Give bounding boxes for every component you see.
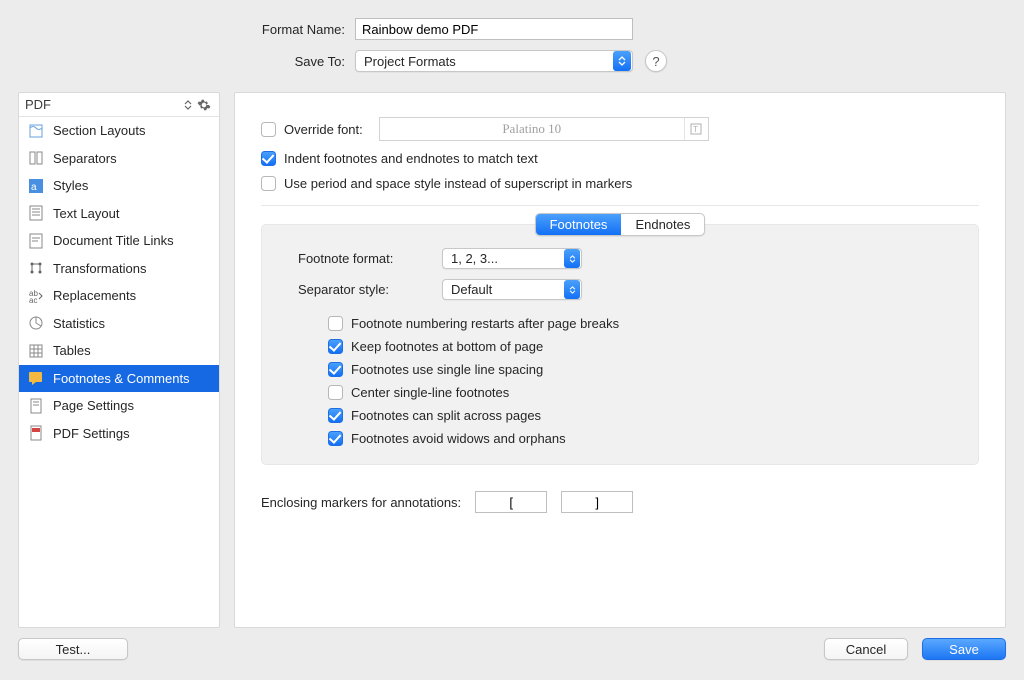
sidebar-item-label: Page Settings: [53, 398, 134, 413]
sidebar-item-pdf-settings[interactable]: PDF Settings: [19, 420, 219, 448]
help-button[interactable]: ?: [645, 50, 667, 72]
save-button[interactable]: Save: [922, 638, 1006, 660]
override-font-field[interactable]: Palatino 10 T: [379, 117, 709, 141]
period-space-checkbox[interactable]: [261, 176, 276, 191]
save-to-dropdown[interactable]: Project Formats: [355, 50, 633, 72]
footnotes-icon: [27, 369, 45, 387]
sidebar-item-label: PDF Settings: [53, 426, 130, 441]
sidebar-item-label: Document Title Links: [53, 233, 174, 248]
save-to-label: Save To:: [0, 54, 355, 69]
sidebar-item-statistics[interactable]: Statistics: [19, 310, 219, 338]
cancel-button[interactable]: Cancel: [824, 638, 908, 660]
override-font-checkbox[interactable]: [261, 122, 276, 137]
page-settings-icon: [27, 397, 45, 415]
separators-icon: [27, 149, 45, 167]
header-form: Format Name: Save To: Project Formats ?: [0, 0, 1024, 92]
replacements-icon: abac: [27, 287, 45, 305]
sidebar-item-label: Transformations: [53, 261, 146, 276]
sidebar: PDF Section Layouts Separators a Styles …: [18, 92, 220, 628]
annotation-close-input[interactable]: [561, 491, 633, 513]
indent-footnotes-label: Indent footnotes and endnotes to match t…: [284, 151, 538, 166]
chevron-updown-icon: [564, 249, 580, 268]
footnote-format-label: Footnote format:: [298, 251, 430, 266]
tab-endnotes[interactable]: Endnotes: [621, 214, 704, 235]
split-pages-checkbox[interactable]: [328, 408, 343, 423]
sidebar-item-separators[interactable]: Separators: [19, 145, 219, 173]
sidebar-item-tables[interactable]: Tables: [19, 337, 219, 365]
avoid-widows-checkbox[interactable]: [328, 431, 343, 446]
annotations-label: Enclosing markers for annotations:: [261, 495, 461, 510]
format-name-label: Format Name:: [0, 22, 355, 37]
period-space-label: Use period and space style instead of su…: [284, 176, 632, 191]
sidebar-item-label: Section Layouts: [53, 123, 146, 138]
separator-style-label: Separator style:: [298, 282, 430, 297]
single-spacing-checkbox[interactable]: [328, 362, 343, 377]
svg-text:a: a: [31, 182, 37, 193]
svg-text:ac: ac: [29, 296, 37, 304]
sidebar-item-section-layouts[interactable]: Section Layouts: [19, 117, 219, 145]
gear-icon[interactable]: [195, 98, 213, 112]
footnote-format-dropdown[interactable]: 1, 2, 3...: [442, 248, 582, 269]
footnotes-subpanel: Footnotes Endnotes Footnote format: 1, 2…: [261, 224, 979, 465]
keep-bottom-label: Keep footnotes at bottom of page: [351, 339, 543, 354]
divider: [261, 205, 979, 206]
footnote-format-value: 1, 2, 3...: [443, 251, 564, 266]
annotation-open-input[interactable]: [475, 491, 547, 513]
document-links-icon: [27, 232, 45, 250]
sidebar-item-label: Styles: [53, 178, 88, 193]
center-single-label: Center single-line footnotes: [351, 385, 509, 400]
separator-style-dropdown[interactable]: Default: [442, 279, 582, 300]
font-picker-icon[interactable]: T: [684, 118, 708, 140]
avoid-widows-label: Footnotes avoid widows and orphans: [351, 431, 566, 446]
sidebar-title[interactable]: PDF: [25, 97, 181, 112]
sidebar-item-replacements[interactable]: abac Replacements: [19, 282, 219, 310]
footnotes-endnotes-segment[interactable]: Footnotes Endnotes: [535, 213, 706, 236]
sidebar-item-label: Replacements: [53, 288, 136, 303]
sidebar-item-styles[interactable]: a Styles: [19, 172, 219, 200]
save-to-value: Project Formats: [356, 54, 613, 69]
chevron-updown-icon[interactable]: [181, 100, 195, 110]
test-button[interactable]: Test...: [18, 638, 128, 660]
text-layout-icon: [27, 204, 45, 222]
center-single-checkbox[interactable]: [328, 385, 343, 400]
tables-icon: [27, 342, 45, 360]
section-layouts-icon: [27, 122, 45, 140]
restart-numbering-label: Footnote numbering restarts after page b…: [351, 316, 619, 331]
pdf-settings-icon: [27, 424, 45, 442]
split-pages-label: Footnotes can split across pages: [351, 408, 541, 423]
footer: Test... Cancel Save: [0, 638, 1024, 660]
indent-footnotes-checkbox[interactable]: [261, 151, 276, 166]
styles-icon: a: [27, 177, 45, 195]
sidebar-item-page-settings[interactable]: Page Settings: [19, 392, 219, 420]
transformations-icon: [27, 259, 45, 277]
tab-footnotes[interactable]: Footnotes: [536, 214, 622, 235]
sidebar-item-transformations[interactable]: Transformations: [19, 255, 219, 283]
chevron-updown-icon: [613, 51, 631, 71]
restart-numbering-checkbox[interactable]: [328, 316, 343, 331]
sidebar-item-label: Separators: [53, 151, 117, 166]
chevron-updown-icon: [564, 280, 580, 299]
main-panel: Override font: Palatino 10 T Indent foot…: [234, 92, 1006, 628]
sidebar-item-label: Tables: [53, 343, 91, 358]
format-name-input[interactable]: [355, 18, 633, 40]
separator-style-value: Default: [443, 282, 564, 297]
sidebar-item-label: Footnotes & Comments: [53, 371, 190, 386]
statistics-icon: [27, 314, 45, 332]
sidebar-item-label: Text Layout: [53, 206, 120, 221]
single-spacing-label: Footnotes use single line spacing: [351, 362, 543, 377]
svg-text:T: T: [693, 125, 698, 134]
override-font-label: Override font:: [284, 122, 363, 137]
sidebar-item-footnotes-comments[interactable]: Footnotes & Comments: [19, 365, 219, 393]
keep-bottom-checkbox[interactable]: [328, 339, 343, 354]
sidebar-item-label: Statistics: [53, 316, 105, 331]
override-font-value: Palatino 10: [380, 121, 684, 137]
sidebar-item-text-layout[interactable]: Text Layout: [19, 200, 219, 228]
sidebar-item-document-title-links[interactable]: Document Title Links: [19, 227, 219, 255]
